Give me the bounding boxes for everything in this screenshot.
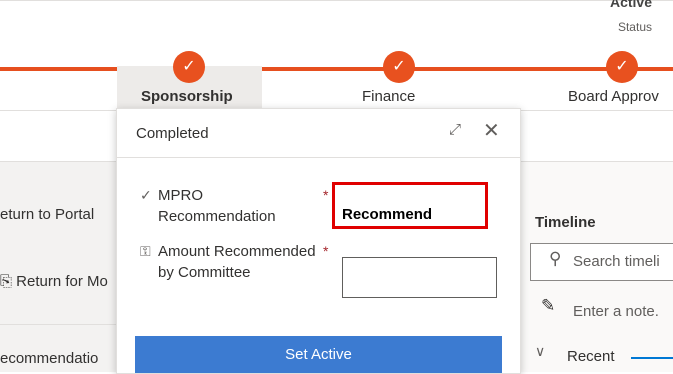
chevron-down-icon[interactable]: ∨ [535, 343, 545, 360]
required-indicator: * [323, 187, 329, 203]
top-divider [0, 0, 673, 1]
stage-completed-check-icon[interactable]: ✓ [606, 51, 638, 83]
status-label: Status [617, 20, 652, 34]
return-to-portal-button[interactable]: eturn to Portal [0, 206, 94, 223]
left-command-panel [0, 162, 119, 372]
enter-note-input[interactable]: Enter a note. [573, 303, 659, 320]
amount-recommended-input[interactable] [342, 257, 497, 298]
recent-divider [631, 357, 673, 359]
mpro-recommendation-field[interactable]: Recommend [342, 206, 432, 223]
search-icon: ⚲ [549, 249, 562, 268]
stage-label-finance[interactable]: Finance [362, 88, 415, 105]
stage-flyout: Completed ⤢ ✕ ✓ MPRO Recommendation * Re… [116, 108, 521, 374]
recent-section-toggle[interactable]: Recent [567, 348, 615, 365]
flyout-divider [117, 157, 520, 158]
return-icon: ⎘ [0, 273, 17, 290]
return-for-label: Return for Mo [16, 273, 108, 290]
timeline-search-placeholder[interactable]: Search timeli [573, 253, 660, 270]
flyout-title: Completed [136, 125, 209, 142]
expand-icon[interactable]: ⤢ [449, 121, 461, 138]
pencil-icon: ✎ [541, 296, 556, 315]
timeline-title: Timeline [535, 214, 596, 231]
amount-recommended-label: Amount Recommended by Committee [158, 243, 316, 281]
stage-completed-check-icon[interactable]: ✓ [383, 51, 415, 83]
check-icon: ✓ [140, 187, 152, 203]
status-value: Active [609, 0, 652, 10]
stage-label-board-approval[interactable]: Board Approv [568, 88, 659, 105]
return-for-modification-button[interactable]: ⎘ Return for Mo [0, 273, 108, 290]
stage-progress-line [0, 67, 673, 71]
close-icon[interactable]: ✕ [483, 118, 500, 143]
stage-label-sponsorship[interactable]: Sponsorship [141, 88, 233, 105]
recommendation-section-label: ecommendatio [0, 350, 99, 367]
left-panel-divider [0, 324, 119, 325]
stage-completed-check-icon[interactable]: ✓ [173, 51, 205, 83]
required-indicator: * [323, 243, 329, 259]
mpro-recommendation-label: MPRO Recommendation [158, 187, 276, 225]
key-icon: ⚿ [140, 243, 151, 259]
set-active-button[interactable]: Set Active [135, 336, 502, 373]
